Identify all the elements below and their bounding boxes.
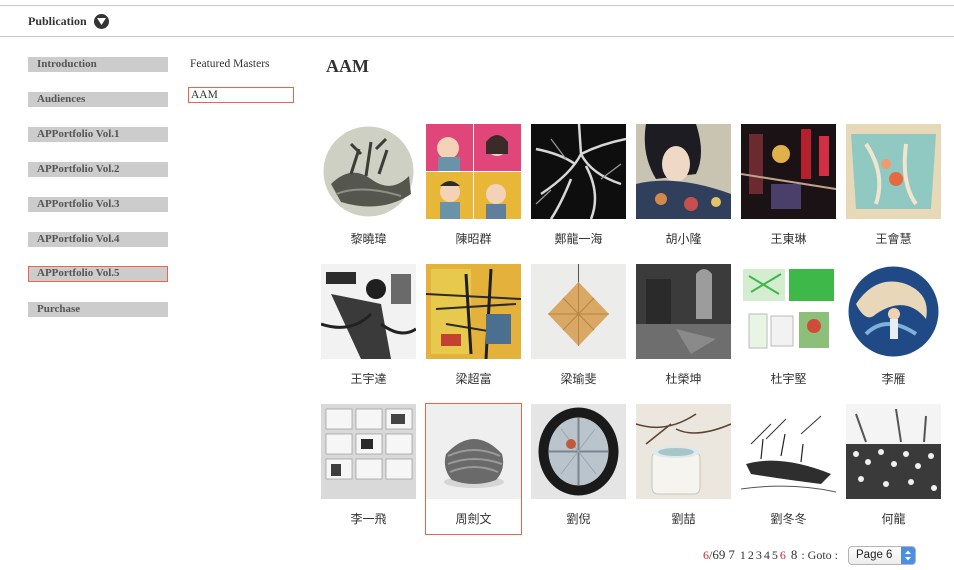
artist-card[interactable]: 黎曉瑋 [321,124,417,256]
artwork-thumbnail [531,404,626,499]
pagination-total: 69 [712,547,726,562]
subnav-featured-masters[interactable]: Featured Masters [190,58,270,70]
artist-card[interactable]: 陳昭群 [426,124,522,256]
artist-name: 劉倪 [566,512,591,526]
sidebar-item-apportfolio-vol4[interactable]: APPortfolio Vol.4 [28,232,168,247]
artwork-thumbnail [741,124,836,219]
header-rule [0,36,954,37]
artist-card[interactable]: 劉喆 [636,404,732,536]
pagination-last[interactable]: 8 [791,547,798,562]
artwork-thumbnail [426,264,521,359]
artist-name: 李一飛 [350,512,387,526]
artist-name: 劉冬冬 [770,512,807,526]
chevron-down-icon[interactable] [94,14,109,29]
artist-name: 陳昭群 [455,232,492,246]
artist-name: 鄭龍一海 [554,232,603,246]
artist-card[interactable]: 王東琳 [741,124,837,256]
page-link-3[interactable]: 3 [756,548,762,562]
artist-name: 周劍文 [455,512,492,526]
artist-card-active[interactable]: 周劍文 [425,403,522,535]
artist-card[interactable]: 王會慧 [846,124,942,256]
artwork-thumbnail [846,404,941,499]
artist-name: 杜榮坤 [665,372,702,386]
artist-name: 黎曉瑋 [350,232,387,246]
artwork-thumbnail [741,404,836,499]
page-link-6-current[interactable]: 6 [780,548,786,562]
artist-name: 王東琳 [770,232,807,246]
artist-name: 胡小隆 [665,232,702,246]
goto-page-select[interactable]: Page 6 [848,546,916,565]
artist-name: 杜宇堅 [770,372,807,386]
artwork-thumbnail [321,404,416,499]
header-bar: Publication [0,6,954,36]
artist-card[interactable]: 胡小隆 [636,124,732,256]
artist-card[interactable]: 何龍 [846,404,942,536]
sidebar-item-apportfolio-vol5[interactable]: APPortfolio Vol.5 [28,266,168,282]
artwork-thumbnail [846,264,941,359]
section-title: Publication [28,14,87,28]
artwork-thumbnail [426,124,521,219]
artist-card[interactable]: 劉冬冬 [741,404,837,536]
page-link-1[interactable]: 1 [740,548,746,562]
sidebar-item-apportfolio-vol1[interactable]: APPortfolio Vol.1 [28,127,168,142]
artist-name: 何龍 [881,512,906,526]
artwork-thumbnail [636,124,731,219]
artist-card[interactable]: 李一飛 [321,404,417,536]
artist-card[interactable]: 梁瑜斐 [531,264,627,396]
pagination-next[interactable]: 7 [728,547,735,562]
artwork-thumbnail [741,264,836,359]
artist-name: 王會慧 [875,232,912,246]
sidebar-item-audiences[interactable]: Audiences [28,92,168,107]
goto-page-value: Page 6 [856,549,893,561]
artwork-thumbnail [531,124,626,219]
artwork-thumbnail [321,264,416,359]
artist-name: 王宇達 [350,372,387,386]
artist-name: 劉喆 [671,512,696,526]
artist-card[interactable]: 李雁 [846,264,942,396]
artist-name: 梁瑜斐 [560,372,597,386]
artist-card[interactable]: 杜榮坤 [636,264,732,396]
sidebar-item-apportfolio-vol2[interactable]: APPortfolio Vol.2 [28,162,168,177]
goto-label: : Goto : [801,548,839,562]
artist-card[interactable]: 劉倪 [531,404,627,536]
artwork-thumbnail [321,124,416,219]
artist-card[interactable]: 鄭龍一海 [531,124,627,256]
artwork-thumbnail [636,404,731,499]
pagination: 6/69 7 123456 8: Goto : [703,547,838,563]
page-link-4[interactable]: 4 [764,548,770,562]
sidebar-item-introduction[interactable]: Introduction [28,57,168,72]
artwork-thumbnail [531,264,626,359]
subnav-aam[interactable]: AAM [188,87,294,103]
artist-name: 李雁 [881,372,906,386]
artist-card[interactable]: 王宇達 [321,264,417,396]
sidebar-item-purchase[interactable]: Purchase [28,302,168,317]
artwork-thumbnail [846,124,941,219]
artwork-thumbnail [426,404,521,499]
artist-card[interactable]: 梁超富 [426,264,522,396]
artist-name: 梁超富 [455,372,492,386]
page-title: AAM [326,56,369,76]
page-link-5[interactable]: 5 [772,548,778,562]
artwork-thumbnail [636,264,731,359]
artist-card[interactable]: 杜宇堅 [741,264,837,396]
select-arrows-icon [901,547,915,564]
page-link-2[interactable]: 2 [748,548,754,562]
sidebar-item-apportfolio-vol3[interactable]: APPortfolio Vol.3 [28,197,168,212]
